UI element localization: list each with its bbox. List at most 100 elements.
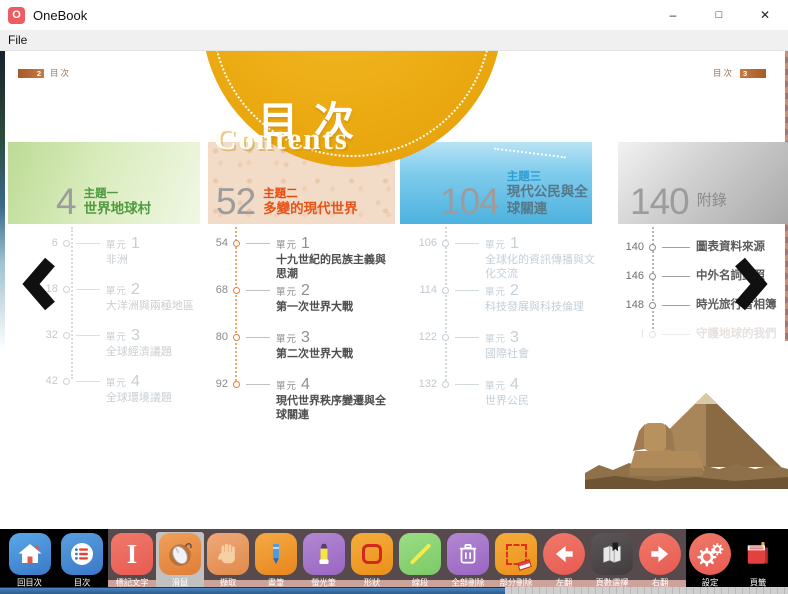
page-content: 2 目次 目次 3 4 主題一 世界地球村 52 主題二 多變的現代世界 — [0, 51, 788, 529]
bullet-icon — [442, 334, 449, 341]
previous-page-arrow[interactable] — [18, 255, 58, 313]
toolbar-button-mark-text[interactable]: I 標記文字 — [108, 532, 156, 589]
bullet-icon — [233, 334, 240, 341]
bullet-icon — [442, 381, 449, 388]
menu-bar: File — [0, 30, 788, 51]
bottom-edge-left — [0, 587, 505, 594]
bullet-icon — [63, 332, 70, 339]
appendix-header-band: 140 附錄 — [618, 142, 788, 224]
leader-line — [246, 243, 270, 244]
leader-line — [662, 276, 690, 277]
toolbar-button-mouse[interactable]: 滑鼠 — [156, 532, 204, 589]
toc-item[interactable]: 132 單元4 世界公民 — [400, 378, 596, 425]
minimize-button[interactable]: – — [650, 0, 696, 30]
bullet-icon — [649, 273, 656, 280]
close-button[interactable]: ✕ — [742, 0, 788, 30]
text-mark-icon: I — [111, 533, 153, 575]
toc-item[interactable]: 42 單元4 全球環境議題 — [8, 375, 204, 421]
leader-line — [76, 381, 100, 382]
bullet-icon — [233, 240, 240, 247]
bullet-icon — [442, 240, 449, 247]
page-number: 32 — [8, 329, 58, 342]
theme1-header-band: 4 主題一 世界地球村 — [8, 142, 200, 224]
menu-file[interactable]: File — [0, 33, 35, 47]
bookmark-book-icon — [737, 533, 779, 575]
toolbar-group-right: 設定 頁籤 — [686, 529, 788, 587]
pen-icon — [255, 533, 297, 575]
page-tab: 2 — [18, 69, 44, 78]
toolbar-button-toc[interactable]: 目次 — [58, 532, 106, 589]
toolbar-button-bookmarks[interactable]: 頁籤 — [734, 532, 782, 589]
toc-item[interactable]: I 守護地球的我們 — [618, 328, 788, 357]
page-number: 148 — [618, 299, 644, 312]
page-number: 146 — [618, 270, 644, 283]
toolbar-button-page-left[interactable]: 左翻 — [540, 532, 588, 589]
toc-item[interactable]: 54 單元1 十九世紀的民族主義與思潮 — [208, 237, 398, 284]
toolbar-button-grab[interactable]: 擷取 — [204, 532, 252, 589]
toc-item[interactable]: 122 單元3 國際社會 — [400, 331, 596, 378]
page-number: 54 — [208, 237, 228, 250]
bullet-icon — [233, 287, 240, 294]
page-picker-icon — [591, 533, 633, 575]
page-number: 106 — [400, 237, 437, 250]
onebook-window: O OneBook – □ ✕ File 2 目次 目次 3 4 主題一 — [0, 0, 788, 594]
leader-line — [246, 337, 270, 338]
page-number: 140 — [618, 241, 644, 254]
toolbar-button-settings[interactable]: 設定 — [686, 532, 734, 589]
bottom-edge-right — [505, 587, 788, 594]
hand-grab-icon — [207, 533, 249, 575]
page-number: 92 — [208, 378, 228, 391]
leader-line — [246, 290, 270, 291]
toolbar-group-middle: I 標記文字 滑鼠 — [108, 529, 686, 587]
bullet-icon — [63, 286, 70, 293]
page-number: 80 — [208, 331, 228, 344]
toc-item[interactable]: 114 單元2 科技發展與科技倫理 — [400, 284, 596, 331]
toc-list-theme2: 54 單元1 十九世紀的民族主義與思潮 68 單元2 第一次世界大戰 80 單元… — [208, 237, 398, 425]
leader-line — [662, 247, 690, 248]
page-number: 42 — [8, 375, 58, 388]
bullet-icon — [442, 287, 449, 294]
next-page-arrow[interactable] — [732, 255, 772, 313]
chevron-right-icon — [732, 255, 772, 313]
page-number: I — [618, 328, 644, 341]
toc-list-theme3: 106 單元1 全球化的資訊傳播與文化交流 114 單元2 科技發展與科技倫理 … — [400, 237, 596, 425]
toc-item[interactable]: 92 單元4 現代世界秩序變遷與全球關連 — [208, 378, 398, 425]
toolbar-button-shape[interactable]: 形狀 — [348, 532, 396, 589]
page-tab: 3 — [740, 69, 766, 78]
toolbar-button-line[interactable]: 線段 — [396, 532, 444, 589]
page-subtitle: Contents — [214, 121, 349, 157]
home-icon — [9, 533, 51, 575]
toolbar-button-pen[interactable]: 畫筆 — [252, 532, 300, 589]
toolbar-button-page-picker[interactable]: 頁數選擇 — [588, 532, 636, 589]
shape-icon — [351, 533, 393, 575]
page-number: 114 — [400, 284, 437, 297]
toc-item[interactable]: 80 單元3 第二次世界大戰 — [208, 331, 398, 378]
leader-line — [76, 243, 100, 244]
toolbar-button-highlighter[interactable]: 螢光筆 — [300, 532, 348, 589]
toolbar-button-back-to-toc[interactable]: 回目次 — [6, 532, 54, 589]
highlighter-icon — [303, 533, 345, 575]
book-edge-left — [0, 51, 5, 351]
leader-line — [455, 243, 479, 244]
toolbar-button-delete-partial[interactable]: 部分刪除 — [492, 532, 540, 589]
mouse-icon — [159, 533, 201, 575]
leader-line — [76, 289, 100, 290]
toc-item[interactable]: 106 單元1 全球化的資訊傳播與文化交流 — [400, 237, 596, 284]
partial-erase-icon — [495, 533, 537, 575]
settings-gear-icon — [689, 533, 731, 575]
toolbar-button-page-right[interactable]: 右翻 — [636, 532, 684, 589]
toolbar-button-delete-all[interactable]: 全部刪除 — [444, 532, 492, 589]
app-logo-icon: O — [8, 7, 25, 24]
bullet-icon — [63, 378, 70, 385]
chevron-left-icon — [18, 255, 58, 313]
page-number: 122 — [400, 331, 437, 344]
page-number: 6 — [8, 237, 58, 250]
pyramid-sphinx-photo — [585, 387, 788, 489]
maximize-button[interactable]: □ — [696, 0, 742, 30]
leader-line — [455, 384, 479, 385]
bullet-icon — [63, 240, 70, 247]
leader-line — [662, 334, 690, 335]
page-number: 68 — [208, 284, 228, 297]
toc-item[interactable]: 68 單元2 第一次世界大戰 — [208, 284, 398, 331]
toc-item[interactable]: 32 單元3 全球經濟議題 — [8, 329, 204, 375]
